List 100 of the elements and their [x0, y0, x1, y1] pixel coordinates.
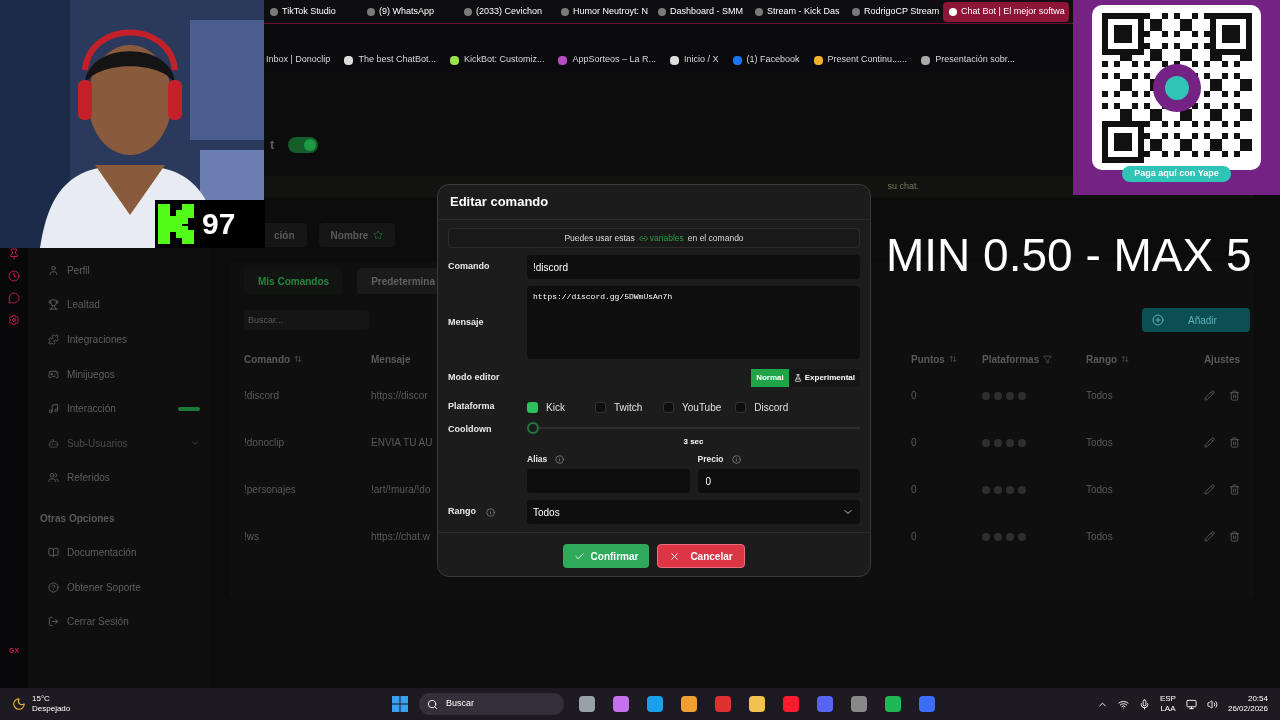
price-field[interactable]: 0	[697, 469, 860, 493]
browser-tab[interactable]: Chat Bot | El mejor softwa	[943, 1, 1069, 22]
settings-icon[interactable]	[8, 314, 20, 326]
app-icon[interactable]	[578, 696, 595, 712]
kick-logo-icon	[158, 204, 194, 244]
edit-icon[interactable]	[1204, 390, 1215, 401]
bookmark[interactable]: Present Continu......	[813, 53, 908, 67]
taskbar-search[interactable]: Buscar	[419, 693, 564, 715]
table-cell-text: https://chat.w	[371, 530, 430, 544]
platform-checkbox[interactable]: Kick	[527, 399, 581, 415]
app-icon[interactable]	[680, 696, 697, 712]
checkbox[interactable]	[735, 401, 747, 413]
volume-icon[interactable]	[1206, 698, 1218, 710]
bookmark[interactable]: The best ChatBot...	[344, 53, 436, 67]
platform-checkbox[interactable]: Discord	[735, 399, 790, 415]
table-cell-text: !personajes	[244, 483, 296, 497]
edit-icon[interactable]	[1204, 437, 1215, 448]
editor-mode-button[interactable]: Experimental	[788, 369, 860, 387]
toggle-switch[interactable]	[288, 137, 319, 153]
app-icon[interactable]	[884, 696, 901, 712]
app-icon[interactable]	[748, 696, 765, 712]
link-icon	[638, 233, 648, 243]
edit-icon[interactable]	[1204, 484, 1215, 495]
bookmark[interactable]: Inbox | Donoclip	[266, 53, 331, 67]
panel-tab[interactable]: Mis Comandos	[244, 268, 344, 294]
checkbox[interactable]	[663, 401, 674, 413]
bookmark[interactable]: KickBot: Customiz...	[449, 53, 545, 67]
microphone-icon[interactable]	[1138, 698, 1150, 710]
clock-time[interactable]: 20:54	[1247, 694, 1268, 704]
qr-caption: Paga aquí con Yape	[1122, 166, 1231, 182]
sort-icon	[948, 355, 957, 363]
flask-icon	[793, 374, 802, 382]
bookmark-favicon-icon	[449, 55, 459, 65]
browser-tab[interactable]: Dashboard - SMM	[652, 1, 749, 22]
edit-icon[interactable]	[1204, 531, 1215, 542]
browser-tab[interactable]: Stream - Kick Das	[749, 1, 846, 22]
new-badge	[178, 406, 200, 411]
clock-date[interactable]: 26/02/2026	[1227, 704, 1268, 714]
browser-tab[interactable]: RodrigoCP Stream	[846, 1, 943, 22]
browser-tab[interactable]: (9) WhatsApp	[361, 1, 458, 22]
delete-icon[interactable]	[1229, 484, 1240, 495]
command-field[interactable]: !discord	[527, 255, 860, 279]
slider-thumb[interactable]	[527, 422, 539, 434]
app-icon[interactable]	[850, 696, 867, 712]
keyboard-layout[interactable]: LAA	[1160, 704, 1176, 714]
pin-icon[interactable]	[8, 248, 20, 260]
search-field[interactable]: Buscar...	[244, 310, 369, 330]
bookmark[interactable]: AppSorteos – La R...	[558, 53, 657, 67]
app-icon[interactable]	[612, 696, 629, 712]
info-icon	[486, 507, 495, 517]
cancel-button[interactable]: Cancelar	[657, 544, 746, 568]
wifi-icon[interactable]	[1117, 698, 1129, 710]
sidebar-item-icon	[48, 546, 59, 558]
browser-tab[interactable]: Humor Neutroyt: N	[555, 1, 652, 22]
sort-icon	[294, 355, 303, 363]
follower-count: 97	[202, 209, 236, 239]
browser-tab[interactable]: TikTok Studio	[264, 1, 361, 22]
tab-favicon-icon	[852, 7, 860, 16]
tab-favicon-icon	[949, 7, 957, 16]
checkbox[interactable]	[595, 401, 606, 413]
delete-icon[interactable]	[1229, 437, 1240, 448]
app-icon[interactable]	[782, 696, 799, 712]
platform-checkbox[interactable]: Twitch	[595, 399, 649, 415]
platform-checkbox[interactable]: YouTube	[663, 399, 722, 415]
add-button[interactable]: Añadir	[1142, 308, 1250, 332]
sidebar-item-icon	[48, 299, 59, 311]
moon-icon[interactable]	[12, 697, 26, 711]
checkbox[interactable]	[527, 401, 538, 413]
tab-favicon-icon	[561, 7, 569, 16]
table-cell-text: https://discor	[371, 389, 428, 403]
table-cell-text: 0	[911, 483, 917, 497]
field-label: Comando	[448, 260, 491, 274]
windows-start-icon[interactable]	[392, 696, 408, 712]
field-label: Rango	[448, 505, 527, 519]
bookmark-favicon-icon	[670, 55, 680, 65]
input-language[interactable]: ESP	[1159, 694, 1176, 704]
app-icon[interactable]	[646, 696, 663, 712]
sidebar-item-icon	[48, 472, 59, 484]
field-label: Precio	[697, 451, 860, 467]
delete-icon[interactable]	[1229, 390, 1240, 401]
rank-select[interactable]: Todos	[527, 500, 860, 524]
field-label: Cooldown	[448, 423, 493, 436]
sidebar-item-icon	[48, 264, 59, 276]
cooldown-slider[interactable]	[527, 422, 860, 434]
browser-tab[interactable]: (2033) Cevichon	[458, 1, 555, 22]
monitor-icon[interactable]	[1185, 698, 1197, 710]
variables-link[interactable]: variables	[638, 231, 684, 245]
plus-icon	[1152, 314, 1164, 326]
bookmark[interactable]: (1) Facebook	[732, 53, 800, 67]
variables-hint: Puedes usar estas variables en el comando	[448, 228, 860, 248]
bookmark[interactable]: Inicio / X	[670, 53, 719, 67]
clock-icon[interactable]	[8, 270, 20, 282]
weather-temperature: 15°C	[32, 694, 51, 704]
bookmark-favicon-icon	[558, 55, 568, 65]
delete-icon[interactable]	[1229, 531, 1240, 542]
tab-favicon-icon	[464, 7, 472, 16]
chat-icon[interactable]	[8, 292, 20, 304]
tab-favicon-icon	[270, 7, 278, 16]
message-field[interactable]: https://discord.gg/5DWmUsAn7h	[527, 286, 860, 359]
bookmark[interactable]: Presentación sobr...	[921, 53, 1015, 67]
